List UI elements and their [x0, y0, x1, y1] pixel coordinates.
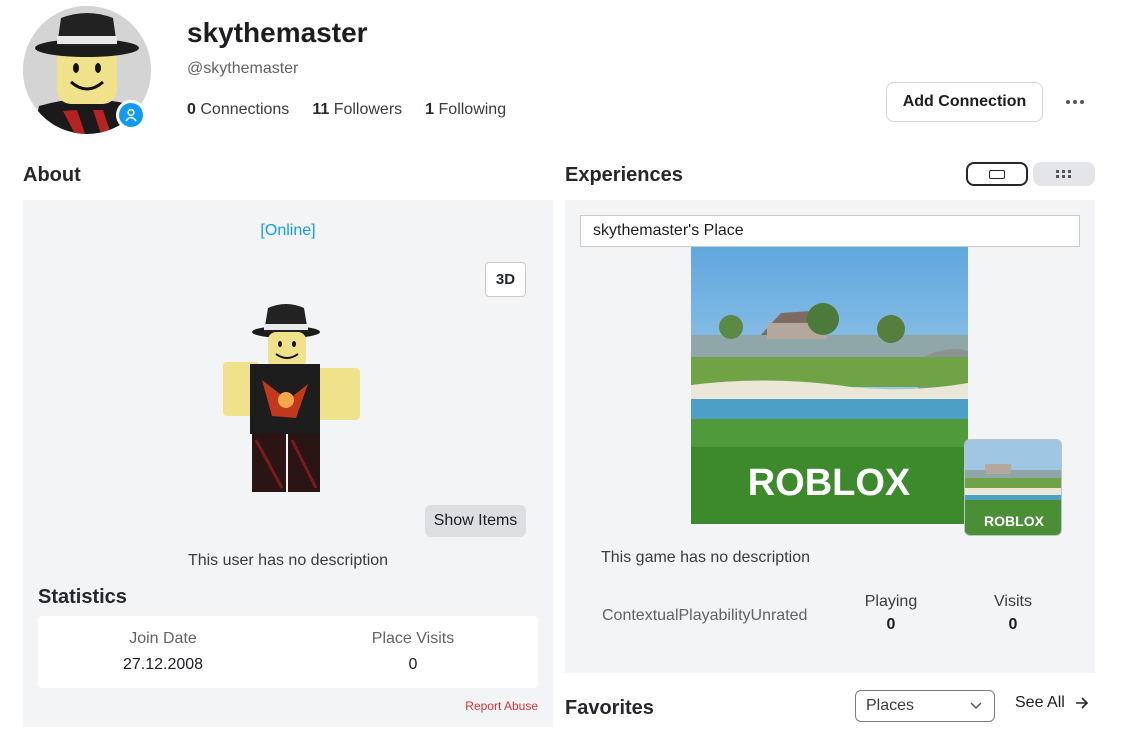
- avatar-fullbody: [218, 300, 368, 500]
- experience-thumbnail[interactable]: ROBLOX: [691, 247, 968, 524]
- statistics-box: Join Date 27.12.2008 Place Visits 0: [38, 616, 538, 688]
- view-3d-button[interactable]: 3D: [485, 262, 526, 297]
- online-status: [Online]: [260, 222, 316, 239]
- experiences-panel: skythemaster's Place ROBLOX ROBLOX This …: [565, 200, 1095, 673]
- social-stats: 0 Connections 11 Followers 1 Following: [187, 101, 529, 119]
- playing-value: 0: [886, 616, 896, 633]
- favorites-filter-value: Places: [866, 697, 915, 714]
- place-visits-stat: Place Visits 0: [288, 616, 538, 674]
- add-connection-button[interactable]: Add Connection: [886, 82, 1043, 122]
- followers-link[interactable]: 11 Followers: [312, 101, 402, 119]
- arrow-right-icon: [1075, 697, 1088, 709]
- experiences-heading: Experiences: [565, 164, 683, 186]
- grid-icon: [1056, 170, 1071, 178]
- following-link[interactable]: 1 Following: [425, 101, 506, 119]
- experience-small-thumbnail[interactable]: ROBLOX: [964, 439, 1062, 536]
- grid-view-toggle[interactable]: [1033, 162, 1095, 186]
- username: @skythemaster: [187, 60, 299, 77]
- user-icon: [125, 108, 137, 122]
- see-all-label: See All: [1015, 694, 1065, 711]
- visits-value: 0: [1008, 616, 1018, 633]
- favorites-heading: Favorites: [565, 697, 654, 719]
- about-panel: [Online] 3D Show Items This user has no …: [23, 200, 553, 727]
- experience-title[interactable]: skythemaster's Place: [580, 215, 1080, 247]
- playing-stat: Playing 0: [841, 593, 941, 634]
- slideshow-view-toggle[interactable]: [966, 162, 1028, 186]
- join-date-value: 27.12.2008: [122, 656, 204, 673]
- favorites-filter-select[interactable]: Places: [855, 690, 995, 722]
- about-heading: About: [23, 164, 81, 186]
- display-name: skythemaster: [187, 17, 368, 48]
- about-description: This user has no description: [187, 552, 389, 569]
- presence-badge: [116, 100, 146, 130]
- see-all-link[interactable]: See All: [1015, 694, 1089, 712]
- chevron-down-icon: [970, 702, 982, 710]
- join-date-label: Join Date: [129, 630, 197, 647]
- join-date-stat: Join Date 27.12.2008: [38, 616, 288, 674]
- playing-label: Playing: [864, 593, 918, 610]
- statistics-heading: Statistics: [38, 586, 127, 608]
- connections-link[interactable]: 0 Connections: [187, 101, 289, 119]
- visits-label: Visits: [994, 593, 1032, 610]
- experience-rating: ContextualPlayabilityUnrated: [602, 607, 808, 624]
- slideshow-icon: [989, 169, 1005, 179]
- roblox-logo: ROBLOX: [748, 462, 911, 504]
- svg-text:ROBLOX: ROBLOX: [748, 462, 911, 504]
- more-options-icon[interactable]: [1060, 88, 1090, 116]
- place-visits-label: Place Visits: [371, 630, 455, 647]
- report-abuse-link[interactable]: Report Abuse: [23, 699, 538, 713]
- place-visits-value: 0: [408, 656, 418, 673]
- show-items-button[interactable]: Show Items: [425, 505, 526, 537]
- svg-text:ROBLOX: ROBLOX: [984, 513, 1045, 529]
- visits-stat: Visits 0: [963, 593, 1063, 634]
- experience-description: This game has no description: [601, 549, 810, 566]
